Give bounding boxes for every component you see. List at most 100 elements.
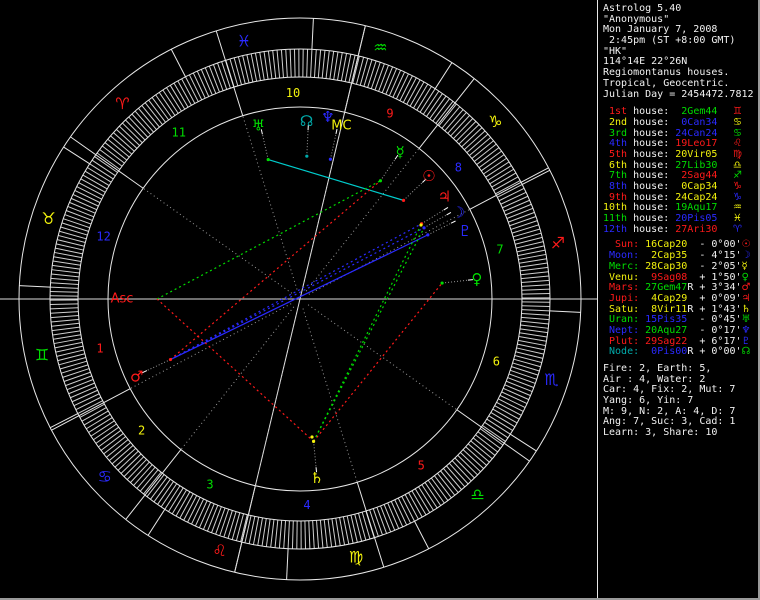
conjunction-dot (419, 223, 423, 227)
planet-latitude: - 0°17' (693, 324, 742, 336)
planet-position-value: 29Sag22 (645, 335, 688, 347)
house-cusp-value: 0Can34 (675, 116, 718, 128)
house-number-4: 4 (303, 498, 310, 512)
planet-position-value: 27Gem47 (645, 282, 688, 294)
planet-glyph-moon: ☽ (452, 203, 465, 221)
planet-latitude: - 2°05' (693, 260, 742, 272)
house-cusp-value: 0Cap34 (675, 181, 718, 192)
planet-name: Venu: (603, 271, 640, 283)
planet-glyph-uranus: ♅ (252, 116, 265, 134)
house-number-8: 8 (455, 160, 462, 174)
sign-glyph-taurus: ♉ (41, 209, 55, 228)
aspect-point-pluto (426, 233, 430, 237)
planet-name: Plut: (603, 335, 640, 347)
planet-position-value: 16Cap20 (645, 239, 688, 251)
planet-glyphs: ☉☽☿♀♂♃♄♅ ♆♇☊ (130, 108, 482, 487)
header-line: Julian Day = 2454472.7812 (603, 88, 754, 100)
axis-label-mc: MC (331, 118, 351, 133)
house-cusp-value: 27Lib30 (675, 159, 718, 171)
sign-glyph-libra: ♎ (470, 485, 484, 504)
house-number-7: 7 (496, 242, 503, 256)
info-sidebar: Astrolog 5.40 "Anonymous" Mon January 7, 2… (597, 0, 758, 598)
planet-name: Node: (603, 346, 640, 358)
house-number-label: 9th (603, 191, 628, 203)
planet-name: Uran: (603, 314, 640, 326)
house-word: house: (627, 191, 676, 203)
planet-name: Moon: (603, 250, 640, 262)
house-number-label: 6th (603, 159, 628, 171)
sign-glyph-virgo: ♍ (349, 547, 363, 566)
house-cusp-value: 27Ari30 (675, 223, 718, 235)
house-word: house: (627, 181, 676, 192)
planet-row-text: Node: 0Pis00R + 0°00' (603, 346, 742, 358)
house-word: house: (627, 106, 676, 118)
planet-name: Merc: (603, 260, 640, 272)
planet-latitude: + 6°17' (693, 335, 742, 347)
aspect-point-venus (440, 281, 444, 285)
house-number-6: 6 (493, 354, 500, 368)
element-statistics: Fire: 2, Earth: 5, Air : 4, Water: 2 Car: … (598, 363, 758, 439)
house-number-label: 7th (603, 170, 628, 182)
house-word: house: (627, 202, 676, 214)
house-number-label: 11th (603, 213, 628, 225)
sign-glyph-capricorn: ♑ (488, 112, 502, 131)
house-number-1: 1 (96, 342, 103, 356)
header-line: Tropical, Geocentric. (603, 77, 730, 89)
planet-position-list: Sun: 16Cap20 - 0°00' ☉ Moon: 2Cap35 - 4°1… (598, 240, 758, 358)
planet-glyph-venus: ♀ (471, 270, 482, 288)
house-row: 12th house: 27Ari30 ♈ (598, 223, 758, 236)
planet-glyph-mercury: ☿ (396, 143, 405, 161)
planet-latitude: - 0°00' (693, 239, 742, 251)
house-word: house: (627, 223, 676, 235)
house-row-text: 12th house: 27Ari30 (603, 223, 718, 236)
house-cusp-value: 20Vir05 (675, 148, 718, 160)
stats-line: Learn: 3, Share: 10 (603, 427, 718, 439)
axis-lines (0, 25, 597, 573)
planet-glyph-pluto: ♇ (458, 222, 471, 240)
house-cusp-value: 19Aqu17 (675, 202, 718, 214)
house-number-9: 9 (386, 107, 393, 121)
aspect-point-saturn (311, 439, 316, 443)
house-number-10: 10 (286, 86, 300, 100)
house-cusp-value: 24Can24 (675, 127, 718, 139)
house-number-label: 2nd (603, 116, 628, 128)
house-number-label: 10th (603, 202, 628, 214)
sign-glyph-leo: ♌ (212, 541, 226, 560)
planet-glyph-sun: ☉ (422, 167, 435, 185)
aspect-point-mercury (378, 179, 383, 183)
house-number-2: 2 (138, 424, 145, 438)
house-cusp-list: 1st house: 2Gem44 ♊ 2nd house: 0Can34 ♋ 3r… (598, 106, 758, 236)
house-cusp-value: 20Pis05 (675, 213, 718, 225)
planet-name: Sun: (603, 239, 640, 251)
planet-glyph-icon: ♃ (741, 292, 751, 304)
sign-glyph-icon: ♋ (733, 116, 742, 128)
sign-glyph-cancer: ♋ (97, 467, 111, 486)
planet-glyph-icon: ☊ (741, 346, 751, 358)
planet-latitude: + 0°09' (693, 292, 742, 304)
house-number-label: 5th (603, 148, 628, 160)
sign-glyph-pisces: ♓ (237, 32, 251, 51)
house-number-label: 1st (603, 106, 628, 118)
aspect-point-neptune (328, 157, 333, 161)
planet-name: Nept: (603, 324, 640, 336)
house-word: house: (627, 138, 676, 150)
planet-glyph-jupiter: ♃ (438, 187, 451, 205)
sign-glyph-icon: ♈ (733, 223, 742, 235)
planet-name: Satu: (603, 303, 640, 315)
house-number-label: 12th (603, 223, 628, 235)
house-word: house: (627, 148, 676, 160)
planet-position-value: 20Aqu27 (645, 324, 688, 336)
house-word: house: (627, 159, 676, 171)
planet-latitude: + 1°43' (693, 303, 742, 315)
planet-latitude: - 4°15' (693, 250, 742, 262)
axis-labels: Asc MC (111, 118, 352, 306)
planet-latitude: + 1°50' (693, 271, 742, 283)
house-cusp-value: 24Cap24 (675, 191, 718, 203)
sign-glyph-sagittarius: ♐ (551, 233, 565, 252)
house-number-label: 3rd (603, 127, 628, 139)
house-number-11: 11 (172, 125, 186, 139)
house-number-label: 4th (603, 138, 628, 150)
house-word: house: (627, 213, 676, 225)
planet-position-value: 2Cap35 (645, 250, 688, 262)
house-cusp-value: 19Leo17 (675, 138, 718, 150)
